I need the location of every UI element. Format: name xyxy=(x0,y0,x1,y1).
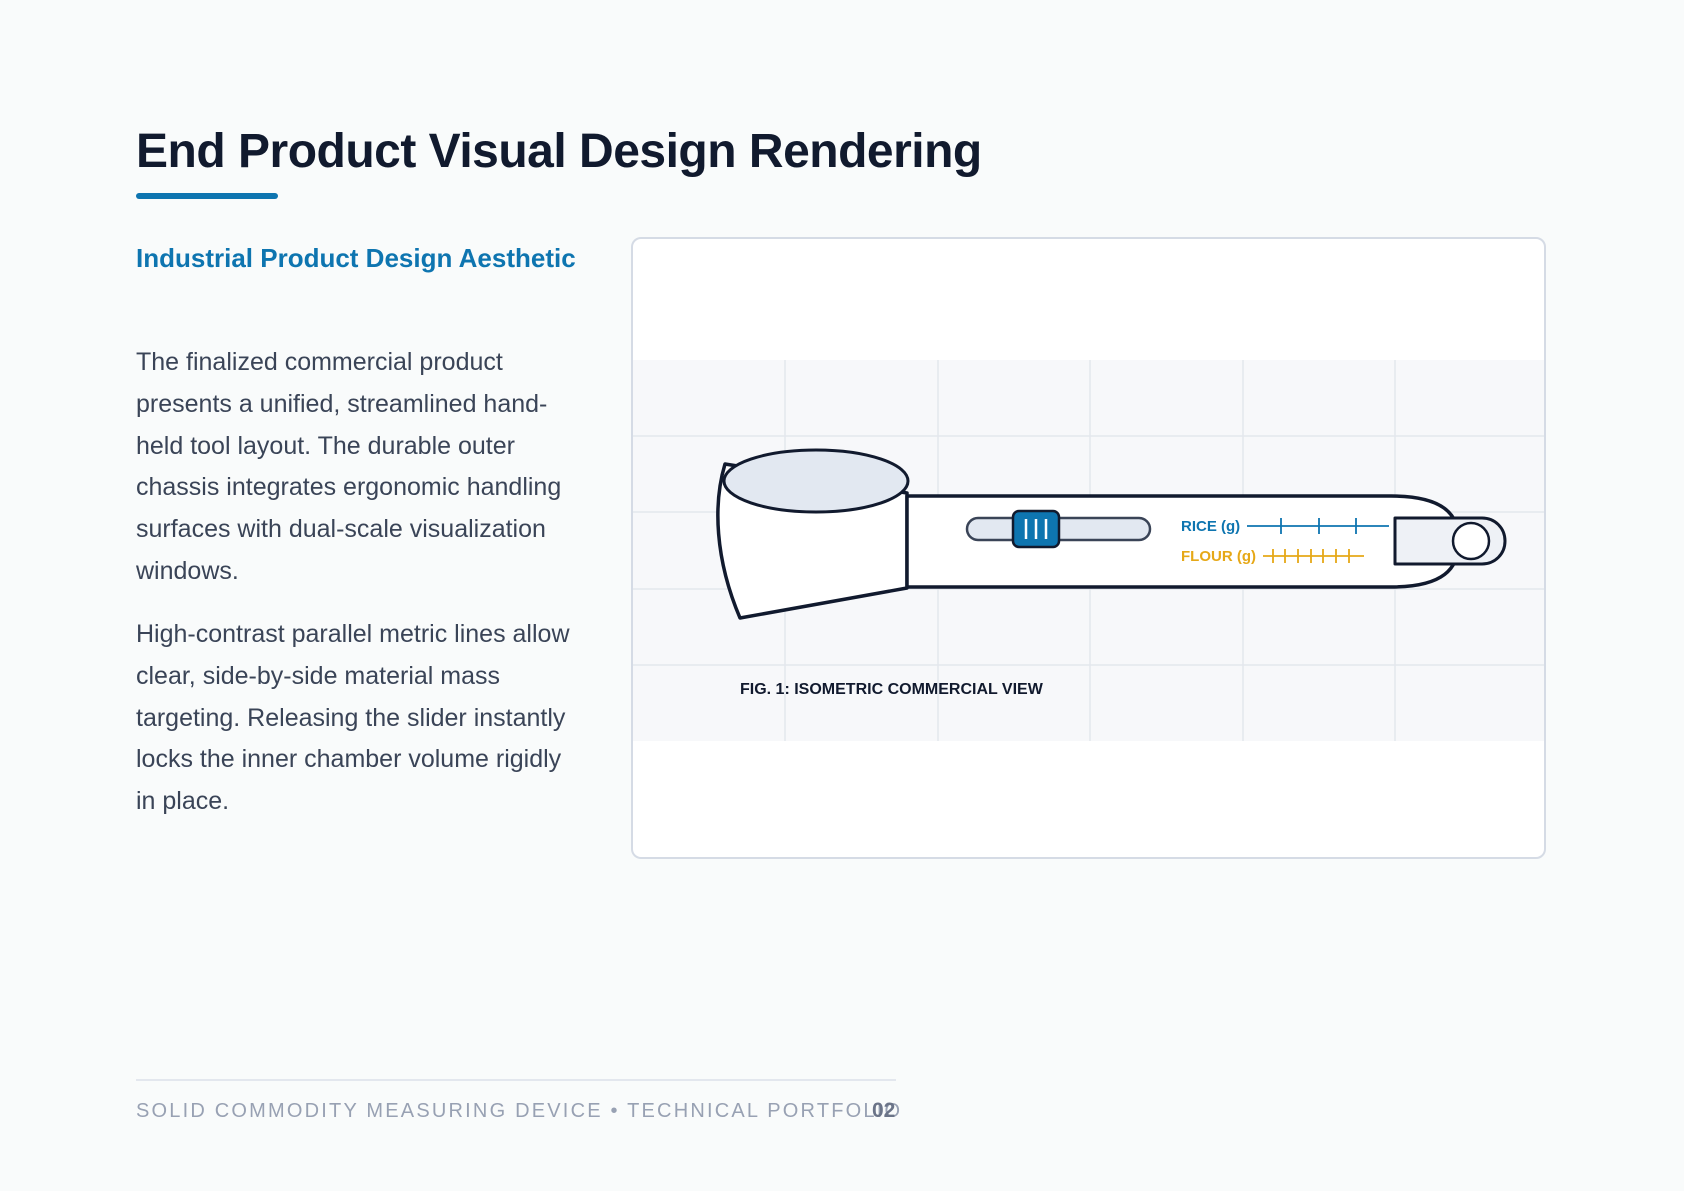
description-paragraph-2: High-contrast parallel metric lines allo… xyxy=(136,620,570,816)
scoop-cup xyxy=(716,448,910,620)
title-underline xyxy=(136,193,278,199)
footer-text: SOLID COMMODITY MEASURING DEVICE • TECHN… xyxy=(136,1100,903,1122)
hang-tab xyxy=(1393,516,1507,566)
rice-scale-label: RICE (g) xyxy=(1181,518,1240,535)
flour-scale-label: FLOUR (g) xyxy=(1181,548,1256,565)
page-title: End Product Visual Design Rendering xyxy=(136,125,982,178)
handle-body xyxy=(905,494,1461,589)
section-heading: Industrial Product Design Aesthetic xyxy=(136,243,576,273)
hang-hole-icon xyxy=(1451,521,1491,561)
page-number: 02 xyxy=(872,1099,896,1122)
slider-knob[interactable] xyxy=(1011,509,1061,549)
description-paragraph-1: The finalized commercial product present… xyxy=(136,348,562,585)
figure-caption: FIG. 1: ISOMETRIC COMMERCIAL VIEW xyxy=(740,681,1044,698)
product-rendering-diagram: RICE (g) FLOUR (g) FIG. 1: ISOMETRIC COM… xyxy=(633,360,1544,741)
figure-card: RICE (g) FLOUR (g) FIG. 1: ISOMETRIC COM… xyxy=(631,237,1546,859)
footer-divider xyxy=(136,1079,896,1081)
